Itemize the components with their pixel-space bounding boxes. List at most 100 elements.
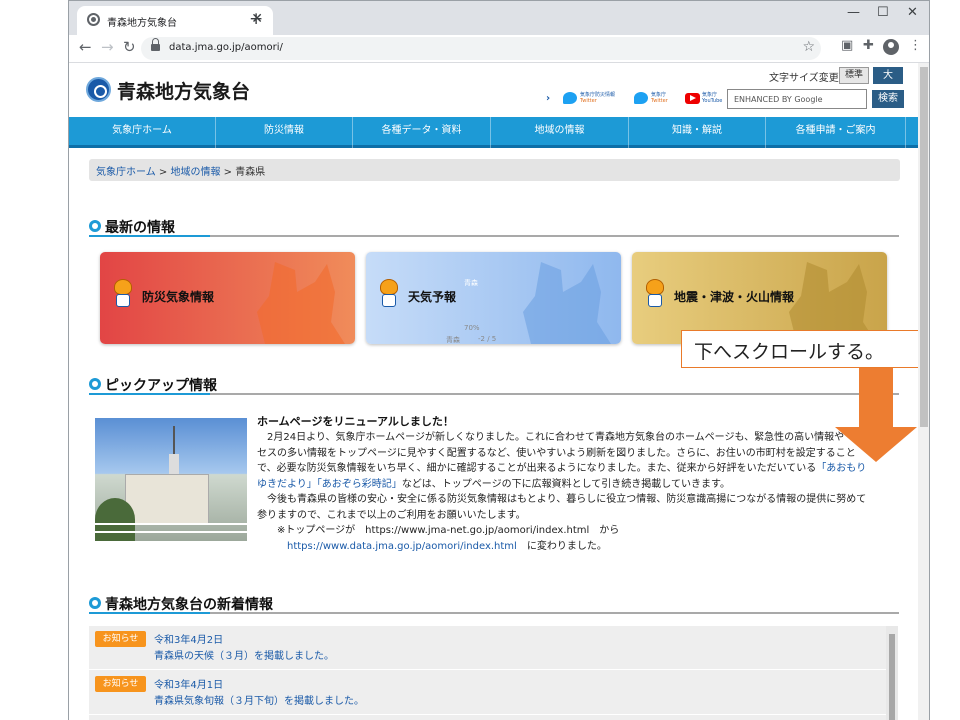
sns-label: 気象庁防災情報 xyxy=(580,92,616,98)
section-title: 最新の情報 xyxy=(105,220,175,236)
nav-disaster[interactable]: 防災情報 xyxy=(216,117,353,148)
nav-data[interactable]: 各種データ・資料 xyxy=(353,117,491,148)
extension-icon[interactable]: ▣ xyxy=(841,38,853,53)
office-photo xyxy=(95,418,247,541)
news-text[interactable]: 青森県気象旬報（３月下旬）を掲載しました。 xyxy=(154,692,364,707)
site-title[interactable]: 青森地方気象台 xyxy=(117,77,250,104)
sns-label: 気象庁 xyxy=(702,92,718,98)
browser-window: 青森地方気象台 ✕ + — ☐ ✕ ← → ↻ data.jma.go.jp/a… xyxy=(68,0,930,720)
forecast-pct: 70% xyxy=(464,324,480,332)
nav-knowledge[interactable]: 知識・解説 xyxy=(629,117,766,148)
page-scrollbar[interactable] xyxy=(918,63,929,720)
mascot-icon xyxy=(110,279,136,309)
chevron-right-icon: › xyxy=(546,93,551,104)
down-arrow-icon xyxy=(859,368,893,432)
site-search-input[interactable]: ENHANCED BY Google xyxy=(727,89,867,109)
minimize-icon[interactable]: — xyxy=(847,5,860,20)
nav-jma-home[interactable]: 気象庁ホーム xyxy=(69,117,216,148)
maximize-icon[interactable]: ☐ xyxy=(877,5,889,20)
link-new-url[interactable]: https://www.data.jma.go.jp/aomori/index.… xyxy=(287,541,517,552)
globe-icon xyxy=(87,13,100,26)
pickup-line: セスの多い情報をトップページに見やすく配置するなど、使いやすいよう刷新を図りまし… xyxy=(257,447,856,459)
reload-icon[interactable]: ↻ xyxy=(123,38,136,56)
sns-label: Twitter xyxy=(580,98,597,104)
youtube-icon xyxy=(685,93,700,104)
breadcrumb-local[interactable]: 地域の情報 xyxy=(170,167,220,178)
sns-label: YouTube xyxy=(702,98,723,104)
pickup-line: ※トップページが https://www.jma-net.go.jp/aomor… xyxy=(277,525,620,536)
pickup-line: で、必要な防災気象情報をいち早く、細かに確認することが出来るようになりました。ま… xyxy=(257,463,817,474)
down-arrow-head-icon xyxy=(835,427,917,462)
nav-applications[interactable]: 各種申請・ご案内 xyxy=(766,117,906,148)
breadcrumb: 気象庁ホーム > 地域の情報 > 青森県 xyxy=(89,159,900,181)
section-bullet-icon xyxy=(89,378,101,390)
breadcrumb-sep: > xyxy=(220,167,236,178)
pickup-line: などは、トップページの下に広報資料として引き続き掲載していきます。 xyxy=(401,478,731,490)
new-tab-icon[interactable]: + xyxy=(249,9,263,29)
section-bullet-icon xyxy=(89,220,101,232)
forecast-place-2: 青森 xyxy=(446,336,460,344)
profile-icon[interactable] xyxy=(883,39,899,55)
forecast-temp: -2 / 5 xyxy=(478,335,497,343)
font-size-label: 文字サイズ変更 xyxy=(769,73,839,84)
font-size-standard-button[interactable]: 標準 xyxy=(839,67,869,84)
address-bar[interactable]: data.jma.go.jp/aomori/ ☆ xyxy=(141,37,821,60)
news-text[interactable]: 青森県の天候（３月）を掲載しました。 xyxy=(154,647,334,662)
news-badge: お知らせ xyxy=(95,631,146,647)
breadcrumb-current: 青森県 xyxy=(235,167,266,178)
card-label: 地震・津波・火山情報 xyxy=(674,290,795,304)
scroll-instruction-callout: 下へスクロールする。 xyxy=(681,330,918,368)
link-aomori-yukidayori[interactable]: 「あおもり xyxy=(816,463,866,474)
sns-label: Twitter xyxy=(651,98,668,104)
card-forecast[interactable]: 天気予報 青森 70% 青森 -2 / 5 xyxy=(366,252,621,344)
section-latest: 最新の情報 xyxy=(89,215,899,237)
tab-strip: 青森地方気象台 ✕ + — ☐ ✕ xyxy=(69,1,929,35)
menu-dots-icon[interactable]: ⋮ xyxy=(909,38,922,53)
nav-regional[interactable]: 地域の情報 xyxy=(491,117,629,148)
twitter-icon xyxy=(634,92,648,104)
news-scroll-thumb[interactable] xyxy=(889,634,895,720)
pickup-line: に変わりました。 xyxy=(516,540,607,552)
page-scroll-thumb[interactable] xyxy=(920,67,928,427)
section-title: ピックアップ情報 xyxy=(105,378,217,394)
close-window-icon[interactable]: ✕ xyxy=(907,5,918,20)
puzzle-icon[interactable]: ✚ xyxy=(863,38,874,53)
news-date[interactable]: 令和3年4月2日 xyxy=(154,631,223,646)
twitter-icon xyxy=(563,92,577,104)
search-button[interactable]: 検索 xyxy=(872,90,904,108)
link-aozora-saijiki[interactable]: 「あおぞら彩時記」 xyxy=(317,479,402,490)
browser-tab[interactable]: 青森地方気象台 ✕ xyxy=(77,6,273,35)
youtube-jma-link[interactable]: 気象庁 YouTube xyxy=(685,90,725,108)
section-title: 青森地方気象台の新着情報 xyxy=(105,597,273,613)
twitter-jma-link[interactable]: 気象庁 Twitter xyxy=(634,90,674,108)
news-date[interactable]: 令和3年4月1日 xyxy=(154,676,223,691)
back-icon[interactable]: ← xyxy=(79,38,92,56)
browser-toolbar: ← → ↻ data.jma.go.jp/aomori/ ☆ ▣ ✚ ⋮ xyxy=(69,35,929,63)
news-scrollbar[interactable] xyxy=(886,626,898,720)
section-bullet-icon xyxy=(89,597,101,609)
card-disaster-info[interactable]: 防災気象情報 xyxy=(100,252,355,344)
forward-icon[interactable]: → xyxy=(101,38,114,56)
link-aomori-yukidayori-2[interactable]: ゆきだより」 xyxy=(257,479,317,490)
pickup-body: 2月24日より、気象庁ホームページが新しくなりました。これに合わせて青森地方気象… xyxy=(257,430,893,554)
news-item[interactable]: お知らせ 令和3年4月2日 青森県の天候（３月）を掲載しました。 xyxy=(89,626,886,670)
url-text: data.jma.go.jp/aomori/ xyxy=(169,42,283,53)
pickup-line: 今後も青森県の皆様の安心・安全に係る防災気象情報はもとより、暮らしに役立つ情報、… xyxy=(267,494,867,505)
search-placeholder: ENHANCED BY Google xyxy=(734,95,823,104)
jma-logo-icon[interactable] xyxy=(86,77,111,102)
aomori-map-icon xyxy=(523,262,611,344)
breadcrumb-home[interactable]: 気象庁ホーム xyxy=(96,167,156,178)
tab-title: 青森地方気象台 xyxy=(107,18,177,29)
font-size-large-button[interactable]: 大 xyxy=(873,67,903,84)
global-nav: 気象庁ホーム 防災情報 各種データ・資料 地域の情報 知識・解説 各種申請・ご案… xyxy=(69,117,918,148)
pickup-title: ホームページをリニューアルしました！ xyxy=(257,415,454,428)
news-item[interactable]: お知らせ 令和3年4月1日 青森県気象旬報（３月下旬）を掲載しました。 xyxy=(89,671,886,715)
news-badge: お知らせ xyxy=(95,676,146,692)
forecast-place: 青森 xyxy=(464,279,478,287)
mascot-icon xyxy=(376,279,402,309)
card-label: 防災気象情報 xyxy=(142,290,215,304)
sns-label: 気象庁 xyxy=(651,92,667,98)
twitter-bosai-link[interactable]: 気象庁防災情報 Twitter xyxy=(563,90,623,108)
mascot-icon xyxy=(642,279,668,309)
bookmark-star-icon[interactable]: ☆ xyxy=(802,39,815,55)
